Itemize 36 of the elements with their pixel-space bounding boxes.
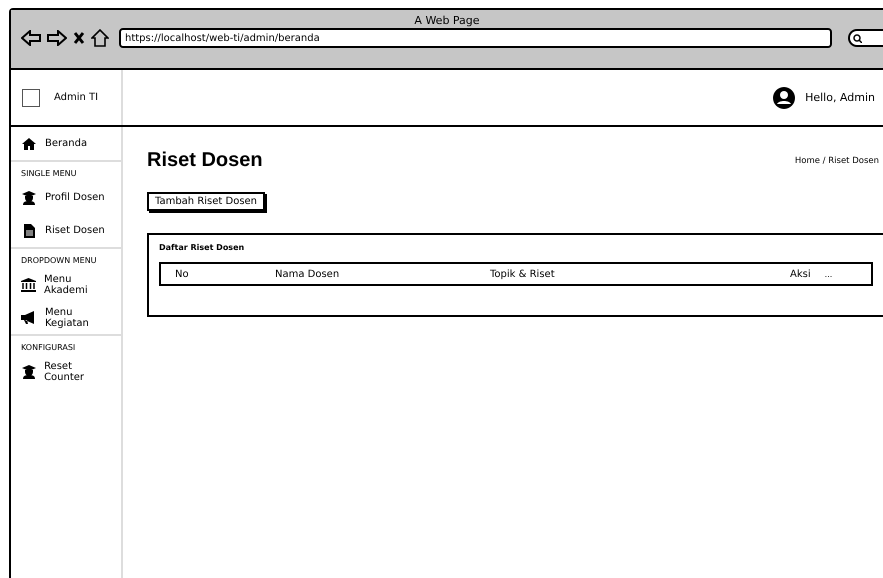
forward-icon[interactable] xyxy=(47,30,67,46)
home-icon xyxy=(22,138,36,150)
search-icon xyxy=(853,34,862,42)
column-header: Nama Dosen xyxy=(275,268,340,280)
back-icon[interactable] xyxy=(21,30,41,46)
column-header: Aksi xyxy=(790,268,811,280)
graduate-icon xyxy=(22,364,36,378)
window-title: A Web Page xyxy=(413,13,481,28)
column-header: No xyxy=(174,268,190,280)
graduate-icon xyxy=(22,190,36,204)
sidebar-item[interactable]: Riset Dosen xyxy=(11,214,121,247)
card-title: Daftar Riset Dosen xyxy=(159,243,246,252)
sidebar-section-label: SINGLE MENU xyxy=(11,160,121,181)
sidebar-item[interactable]: Menu Akademi xyxy=(11,268,121,301)
page-title: Riset Dosen xyxy=(147,149,263,172)
sidebar-section-label: DROPDOWN MENU xyxy=(11,247,121,268)
user-avatar-icon[interactable] xyxy=(773,86,796,108)
brand-name: Admin TI xyxy=(54,92,98,103)
sidebar-item[interactable]: Beranda xyxy=(11,127,121,160)
url-field[interactable]: https://localhost/web-ti/admin/beranda xyxy=(119,28,832,48)
home-icon[interactable] xyxy=(91,29,109,47)
column-header: Topik & Riset xyxy=(490,268,556,280)
sidebar-item[interactable]: Profil Dosen xyxy=(11,181,121,214)
search-field[interactable] xyxy=(848,29,883,47)
megaphone-icon xyxy=(21,311,37,324)
sidebar-section-label: KONFIGURASI xyxy=(11,334,121,355)
document-icon xyxy=(24,224,34,238)
sidebar-item[interactable]: Menu Kegiatan xyxy=(11,301,121,334)
bank-icon xyxy=(21,278,36,292)
close-icon[interactable] xyxy=(73,31,85,45)
logo-placeholder xyxy=(22,88,40,106)
more-label: ... xyxy=(824,270,832,278)
breadcrumb[interactable]: Home / Riset Dosen xyxy=(794,156,879,166)
user-greeting: Hello, Admin xyxy=(805,91,875,104)
add-button[interactable]: Tambah Riset Dosen xyxy=(147,192,266,211)
sidebar-item[interactable]: Reset Counter xyxy=(11,355,121,388)
